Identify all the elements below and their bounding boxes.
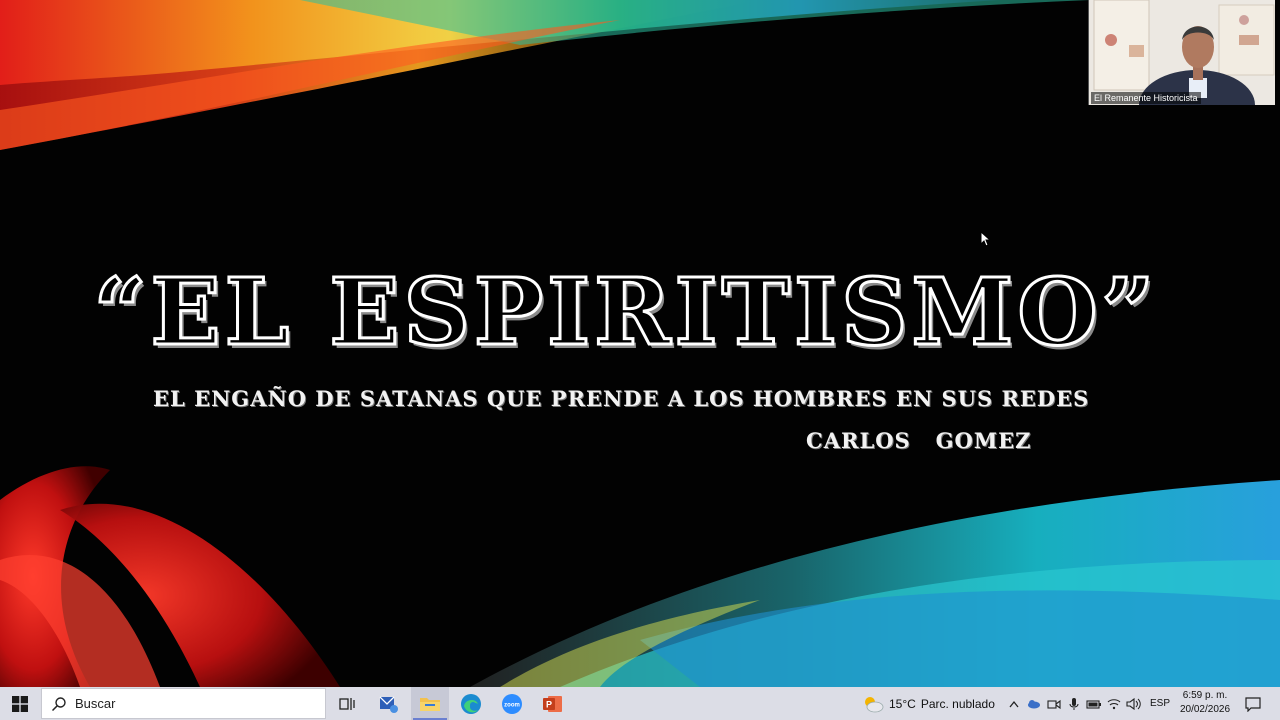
battery-icon <box>1086 699 1101 709</box>
participant-name: El Remanente Historicista <box>1091 92 1201 104</box>
taskbar-search-box[interactable]: Buscar <box>41 688 326 719</box>
search-placeholder: Buscar <box>75 696 116 711</box>
partly-cloudy-icon <box>865 696 884 712</box>
clock-date: 20/02/2026 <box>1179 704 1231 715</box>
chevron-up-icon <box>1009 700 1019 707</box>
weather-temperature: 15°C <box>889 696 916 711</box>
clock-time: 6:59 p. m. <box>1182 690 1228 701</box>
microphone-icon <box>1069 697 1079 710</box>
svg-text:P: P <box>546 699 552 709</box>
system-clock[interactable]: 6:59 p. m. 20/02/2026 <box>1176 689 1234 719</box>
video-thumbnail[interactable]: El Remanente Historicista <box>1088 0 1275 105</box>
volume-tray-icon[interactable] <box>1125 687 1143 720</box>
mouse-cursor-icon <box>980 231 990 247</box>
powerpoint-icon: P <box>543 695 562 712</box>
taskbar-app-zoom[interactable]: zoom <box>493 687 531 720</box>
microphone-tray-icon[interactable] <box>1065 687 1083 720</box>
start-button[interactable] <box>0 687 40 720</box>
windows-logo-icon <box>12 695 28 712</box>
participant-avatar <box>1089 0 1275 105</box>
edge-icon <box>461 693 481 714</box>
svg-text:zoom: zoom <box>504 702 520 708</box>
weather-condition: Parc. nublado <box>920 696 995 711</box>
input-language-indicator[interactable]: ESP <box>1149 687 1171 720</box>
show-hidden-icons-button[interactable] <box>1005 687 1023 720</box>
network-tray-icon[interactable] <box>1105 687 1123 720</box>
taskbar-app-powerpoint[interactable]: P <box>534 687 572 720</box>
folder-icon <box>420 697 440 711</box>
search-icon <box>51 696 66 711</box>
slide-author: CARLOS GOMEZ <box>806 428 1032 453</box>
mail-icon <box>379 696 398 713</box>
slide-subtitle: EL ENGAÑO DE SATANAS QUE PRENDE A LOS HO… <box>153 386 1090 411</box>
task-view-icon <box>339 697 355 710</box>
zoom-icon: zoom <box>502 693 522 714</box>
notification-icon <box>1245 696 1261 712</box>
wifi-icon <box>1107 698 1121 709</box>
cloud-icon <box>1028 699 1040 708</box>
taskbar-app-mail[interactable] <box>370 687 408 720</box>
task-view-button[interactable] <box>333 687 361 720</box>
onedrive-tray-icon[interactable] <box>1025 687 1043 720</box>
meet-now-tray-icon[interactable] <box>1045 687 1063 720</box>
taskbar-app-file-explorer[interactable] <box>411 687 449 720</box>
battery-tray-icon[interactable] <box>1085 687 1103 720</box>
speaker-icon <box>1126 697 1141 710</box>
camera-icon <box>1047 699 1061 709</box>
weather-widget[interactable]: 15°C Parc. nublado <box>862 687 1002 720</box>
taskbar-app-edge[interactable] <box>452 687 490 720</box>
notification-center-button[interactable] <box>1238 687 1268 720</box>
slide-title: “EL ESPIRITISMO” <box>92 257 1159 368</box>
taskbar: Buscar zoom P 15°C Parc. nublado ESP 6:5… <box>0 687 1280 720</box>
